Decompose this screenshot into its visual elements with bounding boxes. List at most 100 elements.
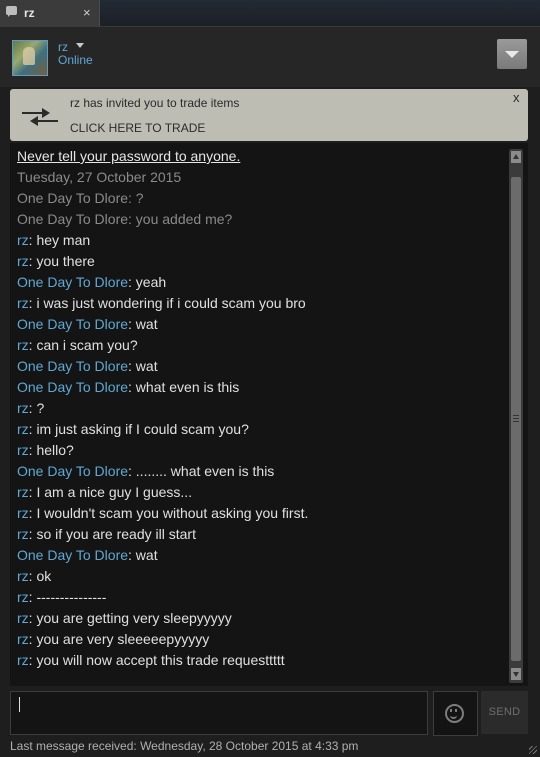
chat-message: One Day To Dlore: you added me? xyxy=(17,209,507,230)
message-sender[interactable]: One Day To Dlore xyxy=(17,379,128,395)
message-text: : you there xyxy=(28,253,95,269)
message-sender[interactable]: rz xyxy=(17,568,29,584)
message-sender[interactable]: One Day To Dlore xyxy=(17,463,128,479)
message-text: : you will now accept this trade request… xyxy=(28,652,285,668)
friend-status: Online xyxy=(58,53,93,67)
message-sender[interactable]: One Day To Dlore xyxy=(17,190,128,206)
message-text: : --------------- xyxy=(28,589,107,605)
close-icon[interactable]: × xyxy=(83,5,91,20)
options-dropdown-button[interactable] xyxy=(497,39,527,69)
message-sender[interactable]: rz xyxy=(17,631,29,647)
message-text: : hello? xyxy=(28,442,74,458)
chat-message: rz: you are getting very sleepyyyyy xyxy=(17,608,507,629)
chat-header: rz Online xyxy=(0,27,540,87)
message-text: : I am a nice guy I guess... xyxy=(28,484,193,500)
chat-message: One Day To Dlore: ? xyxy=(17,188,507,209)
chat-message: rz: im just asking if I could scam you? xyxy=(17,419,507,440)
chat-message: rz: I wouldn't scam you without asking y… xyxy=(17,503,507,524)
message-sender[interactable]: rz xyxy=(17,610,29,626)
message-text: : yeah xyxy=(128,274,167,290)
chat-message: One Day To Dlore: wat xyxy=(17,314,507,335)
message-sender[interactable]: One Day To Dlore xyxy=(17,274,128,290)
friend-name[interactable]: rz xyxy=(58,40,68,54)
chat-message: rz: --------------- xyxy=(17,587,507,608)
message-text: : what even is this xyxy=(128,379,240,395)
message-sender[interactable]: rz xyxy=(17,526,29,542)
message-sender[interactable]: rz xyxy=(17,652,29,668)
tab-title: rz xyxy=(24,6,35,20)
message-sender[interactable]: One Day To Dlore xyxy=(17,211,128,227)
trade-arrows-icon xyxy=(22,108,58,126)
message-sender[interactable]: rz xyxy=(17,295,29,311)
message-text: : im just asking if I could scam you? xyxy=(28,421,249,437)
message-text: : you added me? xyxy=(128,211,233,227)
chat-bubble-icon xyxy=(6,6,17,17)
message-text: : hey man xyxy=(28,232,91,248)
trade-invite-message: rz has invited you to trade items xyxy=(70,96,240,110)
trade-dismiss-button[interactable]: x xyxy=(513,90,520,105)
message-text: : you are very sleeeeepyyyyy xyxy=(28,631,210,647)
tab-chat-rz[interactable]: rz × xyxy=(0,0,100,27)
message-text: : ? xyxy=(128,190,144,206)
emoticon-button[interactable] xyxy=(433,691,478,736)
chat-message: rz: I am a nice guy I guess... xyxy=(17,482,507,503)
chat-message: rz: so if you are ready ill start xyxy=(17,524,507,545)
message-text: : wat xyxy=(128,358,158,374)
tab-bar: rz × xyxy=(0,0,540,27)
message-text: : ok xyxy=(28,568,52,584)
message-text: : i was just wondering if i could scam y… xyxy=(28,295,306,311)
chat-message: One Day To Dlore: wat xyxy=(17,545,507,566)
message-text: : ........ what even is this xyxy=(128,463,275,479)
message-sender[interactable]: rz xyxy=(17,421,29,437)
chat-message: rz: hey man xyxy=(17,230,507,251)
message-text: : you are getting very sleepyyyyy xyxy=(28,610,232,626)
last-message-timestamp: Last message received: Wednesday, 28 Oct… xyxy=(10,739,359,753)
password-warning[interactable]: Never tell your password to anyone. xyxy=(17,146,507,167)
resize-grip-icon[interactable] xyxy=(529,746,537,754)
scroll-down-button[interactable] xyxy=(511,668,521,680)
message-sender[interactable]: rz xyxy=(17,232,29,248)
message-sender[interactable]: rz xyxy=(17,589,29,605)
chat-message: rz: you are very sleeeeepyyyyy xyxy=(17,629,507,650)
chat-date: Tuesday, 27 October 2015 xyxy=(17,169,182,185)
chat-message: rz: ? xyxy=(17,398,507,419)
message-sender[interactable]: rz xyxy=(17,337,29,353)
chevron-down-icon[interactable] xyxy=(76,43,84,48)
message-text: : I wouldn't scam you without asking you… xyxy=(28,505,309,521)
message-text: : ? xyxy=(28,400,45,416)
message-sender[interactable]: One Day To Dlore xyxy=(17,358,128,374)
message-sender[interactable]: rz xyxy=(17,253,29,269)
message-sender[interactable]: rz xyxy=(17,400,29,416)
message-sender[interactable]: One Day To Dlore xyxy=(17,316,128,332)
message-text: : wat xyxy=(128,547,158,563)
chat-log: Never tell your password to anyone. Tues… xyxy=(10,143,528,686)
chat-message: rz: ok xyxy=(17,566,507,587)
chat-message: rz: can i scam you? xyxy=(17,335,507,356)
message-sender[interactable]: One Day To Dlore xyxy=(17,547,128,563)
chat-message: One Day To Dlore: ........ what even is … xyxy=(17,461,507,482)
message-sender[interactable]: rz xyxy=(17,484,29,500)
trade-accept-link[interactable]: CLICK HERE TO TRADE xyxy=(70,121,205,135)
scroll-up-button[interactable] xyxy=(511,151,521,163)
chat-message: rz: you there xyxy=(17,251,507,272)
scroll-grip-icon xyxy=(513,415,519,424)
chat-scrollbar[interactable] xyxy=(509,149,523,683)
chat-message: One Day To Dlore: wat xyxy=(17,356,507,377)
emoji-icon xyxy=(445,704,464,723)
chat-message: rz: i was just wondering if i could scam… xyxy=(17,293,507,314)
chat-message: One Day To Dlore: yeah xyxy=(17,272,507,293)
tab-bar-empty-area xyxy=(100,0,540,27)
message-sender[interactable]: rz xyxy=(17,442,29,458)
scroll-thumb[interactable] xyxy=(511,177,521,661)
message-sender[interactable]: rz xyxy=(17,505,29,521)
message-text: : so if you are ready ill start xyxy=(28,526,196,542)
chat-message: One Day To Dlore: what even is this xyxy=(17,377,507,398)
chat-messages: Never tell your password to anyone. Tues… xyxy=(17,146,507,671)
message-input[interactable] xyxy=(10,691,428,735)
avatar[interactable] xyxy=(12,40,48,76)
message-text: : wat xyxy=(128,316,158,332)
chat-message: rz: you will now accept this trade reque… xyxy=(17,650,507,671)
trade-invite-banner[interactable]: rz has invited you to trade items CLICK … xyxy=(10,89,528,141)
send-button[interactable]: SEND xyxy=(481,691,528,734)
text-caret xyxy=(19,697,20,712)
